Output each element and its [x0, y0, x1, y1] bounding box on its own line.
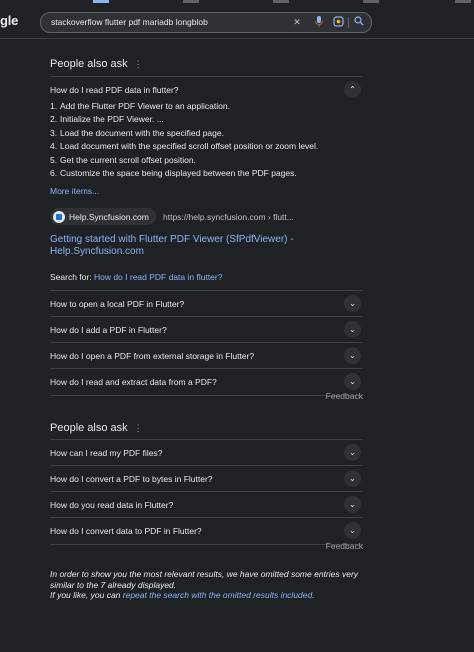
- chevron-down-icon[interactable]: ⌄: [344, 444, 361, 461]
- people-also-ask-section: People also ask ⋮ How can I read my PDF f…: [50, 422, 363, 554]
- chevron-up-icon[interactable]: ⌃: [344, 81, 361, 98]
- more-options-icon[interactable]: ⋮: [134, 59, 143, 69]
- omitted-results-notice: In order to show you the most relevant r…: [50, 569, 359, 600]
- search-input[interactable]: stackoverflow flutter pdf mariadb longbl…: [51, 17, 208, 27]
- chevron-down-icon[interactable]: ⌄: [344, 522, 361, 539]
- list-item: 1. Add the Flutter PDF Viewer to an appli…: [50, 101, 230, 111]
- paa-question[interactable]: How do you read data in Flutter? ⌄: [50, 491, 363, 518]
- google-logo[interactable]: gle: [0, 13, 18, 28]
- search-for-link[interactable]: How do I read PDF data in flutter?: [94, 272, 223, 282]
- list-item: 4. Load document with the specified scrol…: [50, 141, 319, 152]
- paa-title: People also ask: [50, 58, 128, 70]
- paa-header: People also ask ⋮: [50, 422, 143, 434]
- list-item: 2. Initialize the PDF Viewer. ...: [50, 114, 164, 125]
- site-favicon-icon: [53, 210, 65, 223]
- paa-question[interactable]: How do I read and extract data from a PD…: [50, 368, 363, 396]
- chevron-down-icon[interactable]: ⌄: [344, 373, 361, 390]
- chevron-down-icon[interactable]: ⌄: [344, 496, 361, 513]
- tab-indicator: [363, 0, 379, 3]
- paa-question[interactable]: How do I convert data to PDF in Flutter?…: [50, 517, 363, 545]
- paa-header: People also ask ⋮: [50, 58, 143, 70]
- list-item: 3. Load the document with the specified p…: [50, 127, 224, 138]
- tab-indicator: [93, 0, 109, 3]
- tab-indicator: [455, 0, 471, 3]
- tab-indicator: [273, 0, 289, 3]
- paa-question-expanded[interactable]: How do I read PDF data in flutter? ⌃: [50, 76, 363, 103]
- source-chip[interactable]: Help.Syncfusion.com: [50, 208, 156, 225]
- result-title-link[interactable]: Getting started with Flutter PDF Viewer …: [50, 234, 310, 258]
- close-icon[interactable]: ✕: [291, 16, 303, 28]
- chevron-down-icon[interactable]: ⌄: [344, 321, 361, 338]
- source-url[interactable]: https://help.syncfusion.com › flutt...: [163, 212, 294, 222]
- paa-question[interactable]: How do I convert a PDF to bytes in Flutt…: [50, 465, 363, 492]
- people-also-ask-section: People also ask ⋮ How do I read PDF data …: [50, 58, 363, 403]
- browser-top-bar: gle stackoverflow flutter pdf mariadb lo…: [0, 0, 474, 39]
- more-options-icon[interactable]: ⋮: [134, 423, 143, 433]
- chevron-down-icon[interactable]: ⌄: [344, 347, 361, 364]
- chevron-down-icon[interactable]: ⌄: [344, 470, 361, 487]
- chevron-down-icon[interactable]: ⌄: [344, 295, 361, 312]
- list-item: 6. Customize the space being displayed be…: [50, 167, 297, 178]
- search-divider: [348, 17, 349, 28]
- paa-question-text: How do I read PDF data in flutter?: [50, 85, 179, 95]
- feedback-link[interactable]: Feedback: [326, 541, 363, 551]
- tab-indicator: [183, 0, 199, 3]
- source-name: Help.Syncfusion.com: [69, 211, 149, 222]
- paa-question[interactable]: How do I add a PDF in Flutter? ⌄: [50, 316, 363, 343]
- more-items-link[interactable]: More items...: [50, 186, 99, 196]
- search-icon[interactable]: [353, 16, 365, 28]
- lens-icon[interactable]: [332, 16, 344, 28]
- search-box[interactable]: stackoverflow flutter pdf mariadb longbl…: [40, 12, 372, 33]
- answer-steps-list: 1. Add the Flutter PDF Viewer to an appli…: [50, 101, 318, 181]
- search-for-line: Search for: How do I read PDF data in fl…: [50, 272, 223, 282]
- list-item: 5. Get the current scroll offset position…: [50, 154, 196, 165]
- paa-question[interactable]: How can I read my PDF files? ⌄: [50, 439, 363, 466]
- mic-icon[interactable]: [313, 16, 325, 28]
- paa-question[interactable]: How do I open a PDF from external storag…: [50, 342, 363, 369]
- paa-title: People also ask: [50, 422, 128, 434]
- repeat-search-link[interactable]: repeat the search with the omitted resul…: [123, 590, 312, 600]
- feedback-link[interactable]: Feedback: [326, 391, 363, 401]
- paa-question[interactable]: How to open a local PDF in Flutter? ⌄: [50, 290, 363, 317]
